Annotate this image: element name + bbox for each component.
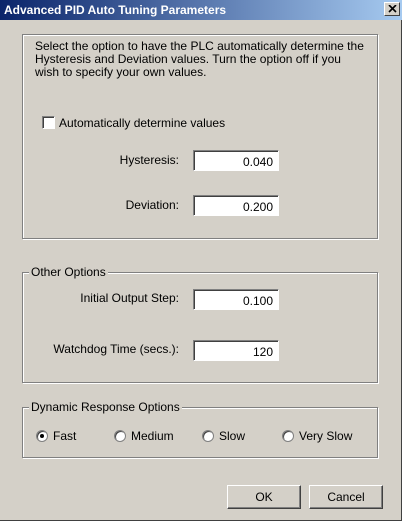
title-bar: Advanced PID Auto Tuning Parameters [0,0,402,20]
hysteresis-input[interactable]: 0.040 [193,150,279,171]
initial-output-step-label: Initial Output Step: [80,291,179,305]
radio-slow[interactable]: Slow [202,428,246,443]
ok-button[interactable]: OK [227,485,301,509]
hysteresis-label: Hysteresis: [119,153,179,167]
auto-determine-checkbox[interactable] [42,116,55,130]
initial-output-step-input[interactable]: 0.100 [193,289,279,310]
auto-tuning-dialog: Advanced PID Auto Tuning Parameters Sele… [0,0,402,521]
deviation-label: Deviation: [125,198,179,212]
cancel-button[interactable]: Cancel [309,485,383,509]
dynamic-response-title: Dynamic Response Options [29,400,182,414]
radio-medium-button[interactable] [114,429,126,442]
radio-very-slow-button[interactable] [282,429,294,442]
radio-fast-label: Fast [53,428,77,443]
other-options-title: Other Options [29,265,108,279]
watchdog-time-input[interactable]: 120 [193,340,279,361]
radio-slow-button[interactable] [202,429,214,442]
auto-description: Select the option to have the PLC automa… [35,39,364,79]
radio-medium-label: Medium [131,428,174,443]
radio-medium[interactable]: Medium [114,428,174,443]
window-title: Advanced PID Auto Tuning Parameters [4,3,227,17]
radio-very-slow[interactable]: Very Slow [282,428,353,443]
radio-fast[interactable]: Fast [36,428,77,443]
close-button[interactable] [384,2,400,16]
auto-determine-row: Automatically determine values [42,115,226,130]
deviation-input[interactable]: 0.200 [193,195,279,216]
auto-determine-label: Automatically determine values [59,115,226,130]
radio-fast-button[interactable] [36,429,48,442]
close-icon [388,5,397,13]
watchdog-time-label: Watchdog Time (secs.): [53,342,179,356]
radio-very-slow-label: Very Slow [299,428,353,443]
radio-slow-label: Slow [219,428,246,443]
